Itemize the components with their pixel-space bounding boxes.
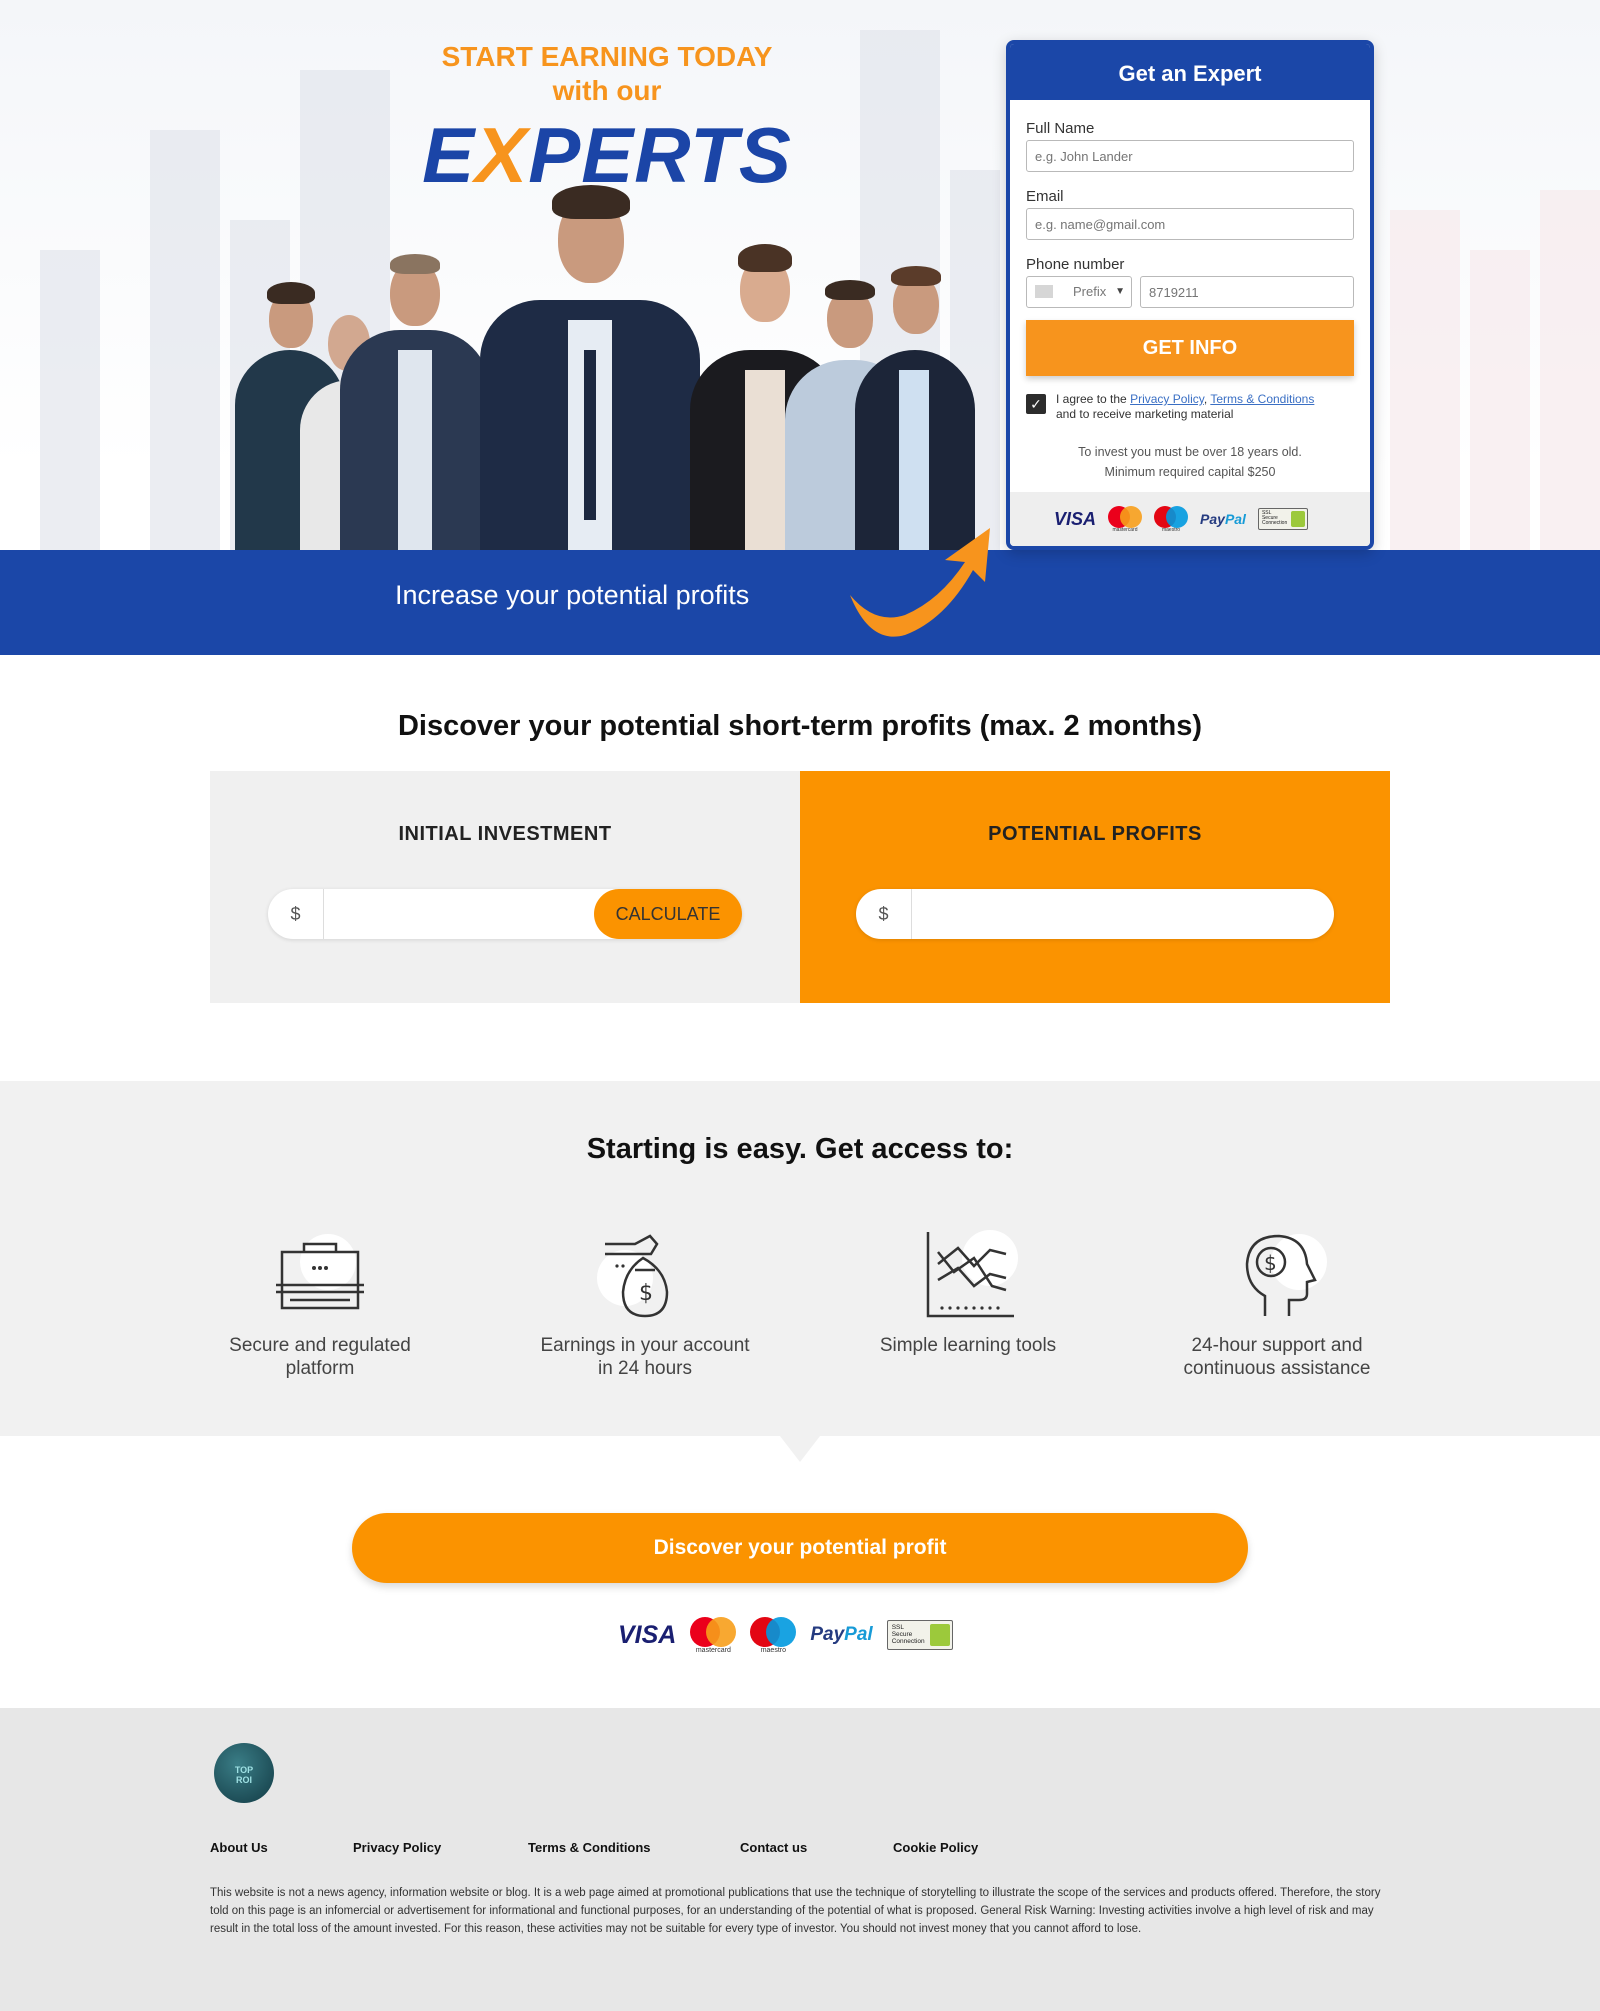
feature-learning-tools: Simple learning tools bbox=[828, 1230, 1108, 1357]
notice-line-2: Minimum required capital $250 bbox=[1104, 465, 1276, 479]
notice-line-1: To invest you must be over 18 years old. bbox=[1078, 445, 1302, 459]
email-label: Email bbox=[1026, 188, 1064, 205]
headline-line-2: with our bbox=[552, 75, 662, 106]
svg-text:$: $ bbox=[639, 1281, 653, 1306]
visa-logo: VISA bbox=[618, 1620, 677, 1649]
briefcase-icon bbox=[276, 1242, 364, 1310]
feature-label: Simple learning tools bbox=[879, 1335, 1057, 1356]
person bbox=[340, 240, 490, 550]
agree-checkbox[interactable]: ✓ bbox=[1026, 394, 1046, 414]
experts-photo bbox=[230, 185, 990, 550]
terms-link[interactable]: Terms & Conditions bbox=[1210, 392, 1314, 406]
agree-row: ✓ I agree to the Privacy Policy, Terms &… bbox=[1026, 392, 1356, 422]
footer-link-about-us[interactable]: About Us bbox=[210, 1840, 268, 1855]
section-notch bbox=[780, 1436, 820, 1462]
mastercard-logo: mastercard bbox=[690, 1617, 737, 1654]
profits-output bbox=[916, 889, 1316, 939]
discover-profit-button[interactable]: Discover your potential profit bbox=[352, 1513, 1248, 1583]
footer-link-privacy-policy[interactable]: Privacy Policy bbox=[353, 1840, 441, 1855]
payment-logos: VISA mastercard maestro PayPal SSL Secure… bbox=[618, 1617, 953, 1654]
feature-icon-wrap bbox=[270, 1230, 370, 1320]
payment-logos: VISA mastercard maestro PayPal SSL Secure… bbox=[1054, 506, 1308, 533]
currency-symbol: $ bbox=[856, 889, 912, 939]
footer-disclaimer: This website is not a news agency, infor… bbox=[210, 1887, 1381, 1935]
get-info-button[interactable]: GET INFO bbox=[1026, 320, 1354, 376]
footer-link-terms[interactable]: Terms & Conditions bbox=[528, 1840, 651, 1855]
form-title: Get an Expert bbox=[1010, 44, 1370, 100]
person bbox=[480, 185, 700, 550]
prefix-label: Prefix bbox=[1073, 284, 1107, 299]
maestro-logo: maestro bbox=[750, 1617, 797, 1654]
phone-label: Phone number bbox=[1026, 256, 1125, 273]
feature-icon-wrap bbox=[918, 1230, 1018, 1320]
investment-input[interactable] bbox=[326, 889, 586, 939]
profits-panel: POTENTIAL PROFITS $ bbox=[800, 771, 1390, 1003]
currency-symbol: $ bbox=[268, 889, 324, 939]
experts-wordmark: EXPERTS bbox=[422, 111, 792, 199]
investment-panel: INITIAL INVESTMENT $ CALCULATE bbox=[210, 771, 800, 1003]
features-title: Starting is easy. Get access to: bbox=[586, 1133, 1014, 1165]
skyline-building bbox=[1540, 190, 1600, 550]
calculate-button[interactable]: CALCULATE bbox=[594, 889, 742, 939]
chart-icon bbox=[926, 1232, 1014, 1318]
paypal-logo: PayPal bbox=[1200, 511, 1246, 527]
feature-24h-support: $ 24-hour support and continuous assistan… bbox=[1137, 1230, 1417, 1380]
chevron-down-icon: ▼ bbox=[1115, 286, 1125, 297]
maestro-logo: maestro bbox=[1154, 506, 1189, 533]
visa-logo: VISA bbox=[1054, 508, 1097, 529]
calculator-title: Discover your potential short-term profi… bbox=[397, 710, 1203, 742]
investment-notice: To invest you must be over 18 years old.… bbox=[1010, 442, 1370, 482]
headline-line-1: START EARNING TODAY bbox=[441, 41, 773, 72]
skyline-building bbox=[150, 130, 220, 550]
full-name-label: Full Name bbox=[1026, 120, 1095, 137]
full-name-input[interactable] bbox=[1026, 140, 1354, 172]
investment-label: INITIAL INVESTMENT bbox=[398, 823, 612, 845]
lead-form: Get an Expert Full Name Email Phone numb… bbox=[1006, 40, 1374, 550]
head-dollar-icon: $ bbox=[1245, 1234, 1317, 1316]
blue-band bbox=[0, 550, 1600, 655]
feature-icon-wrap: $ bbox=[1227, 1230, 1327, 1320]
feature-label: 24-hour support and continuous assistance bbox=[1183, 1335, 1371, 1379]
top-roi-logo[interactable]: TOP ROI bbox=[214, 1743, 274, 1803]
mastercard-logo: mastercard bbox=[1108, 506, 1143, 533]
footer-link-cookie-policy[interactable]: Cookie Policy bbox=[893, 1840, 978, 1855]
agree-text: I agree to the Privacy Policy, Terms & C… bbox=[1056, 392, 1315, 421]
skyline-building bbox=[1470, 250, 1530, 550]
orange-arrow-icon bbox=[850, 528, 990, 637]
phone-prefix-select[interactable]: Prefix ▼ bbox=[1026, 276, 1132, 308]
footer-link-contact-us[interactable]: Contact us bbox=[740, 1840, 807, 1855]
skyline-building bbox=[1390, 210, 1460, 550]
feature-label: Earnings in your account in 24 hours bbox=[540, 1335, 750, 1379]
band-text: Increase your potential profits bbox=[395, 580, 750, 610]
email-input[interactable] bbox=[1026, 208, 1354, 240]
svg-text:$: $ bbox=[1264, 1251, 1277, 1275]
privacy-policy-link[interactable]: Privacy Policy bbox=[1130, 392, 1204, 406]
feature-icon-wrap: $ bbox=[595, 1230, 695, 1320]
feature-label: Secure and regulated platform bbox=[229, 1335, 411, 1379]
person bbox=[855, 250, 975, 550]
ssl-badge: SSL Secure Connection bbox=[886, 1620, 953, 1650]
phone-input[interactable] bbox=[1140, 276, 1354, 308]
paypal-logo: PayPal bbox=[810, 1624, 873, 1645]
hero-headline: START EARNING TODAY with our EXPERTS bbox=[380, 40, 834, 198]
money-bag-icon: $ bbox=[605, 1234, 669, 1318]
ssl-badge: SSL Secure Connection bbox=[1257, 508, 1308, 530]
flag-icon bbox=[1035, 285, 1053, 298]
profits-label: POTENTIAL PROFITS bbox=[988, 823, 1202, 845]
payment-strip: VISA mastercard maestro PayPal SSL Secure… bbox=[1010, 492, 1370, 546]
feature-earnings-24h: $ Earnings in your account in 24 hours bbox=[505, 1230, 785, 1380]
feature-secure-platform: Secure and regulated platform bbox=[180, 1230, 460, 1380]
skyline-building bbox=[40, 250, 100, 550]
